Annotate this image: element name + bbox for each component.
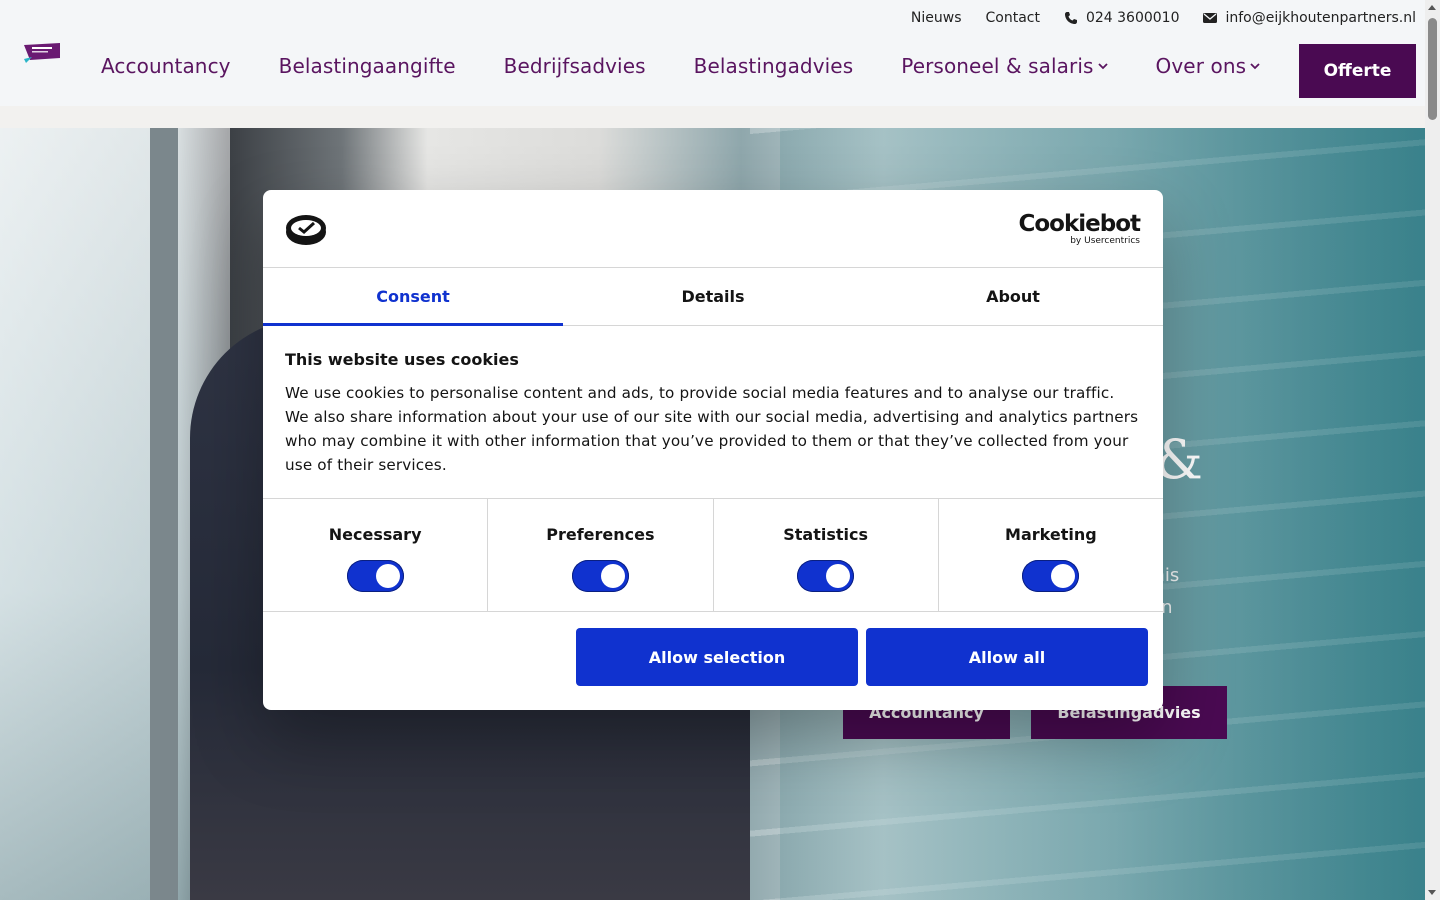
- nav-item-belastingaangifte[interactable]: Belastingaangifte: [279, 54, 456, 78]
- toggle-label-marketing: Marketing: [1005, 525, 1097, 544]
- nav-item-over-ons-label: Over ons: [1155, 54, 1247, 78]
- toggle-label-preferences: Preferences: [546, 525, 655, 544]
- nav-item-over-ons[interactable]: Over ons: [1156, 54, 1261, 78]
- tab-consent[interactable]: Consent: [263, 268, 563, 326]
- chevron-down-icon: [1250, 62, 1260, 69]
- dialog-header: Cookiebot by Usercentrics: [263, 190, 1163, 268]
- dialog-body: This website uses cookies We use cookies…: [263, 326, 1163, 499]
- envelope-icon: [1203, 13, 1218, 23]
- scroll-down-arrow-icon[interactable]: [1428, 890, 1436, 895]
- toggle-necessary[interactable]: [346, 560, 404, 592]
- hero-door-frame-image: [150, 128, 178, 900]
- toggle-marketing[interactable]: [1022, 560, 1080, 592]
- toggle-statistics[interactable]: [797, 560, 855, 592]
- chevron-down-icon: [1097, 62, 1108, 69]
- toggle-label-statistics: Statistics: [783, 525, 868, 544]
- brand-sub: by Usercentrics: [1070, 236, 1140, 246]
- phone-link[interactable]: 024 3600010: [1064, 10, 1180, 26]
- toggle-group-preferences: Preferences: [488, 499, 714, 611]
- dialog-tabs: Consent Details About: [263, 268, 1163, 326]
- toggle-knob: [826, 564, 851, 588]
- toggle-group-statistics: Statistics: [714, 499, 939, 611]
- site-header: Nieuws Contact 024 3600010 info@eijkhout…: [0, 0, 1425, 106]
- scroll-up-arrow-icon[interactable]: [1428, 5, 1436, 10]
- scrollbar-thumb[interactable]: [1428, 18, 1437, 120]
- contact-link[interactable]: Contact: [985, 10, 1039, 26]
- toggle-label-necessary: Necessary: [328, 525, 422, 544]
- email-link[interactable]: info@eijkhoutenpartners.nl: [1203, 10, 1416, 26]
- phone-number: 024 3600010: [1085, 10, 1180, 26]
- cookie-logo-icon: [285, 214, 327, 250]
- nieuws-link[interactable]: Nieuws: [911, 10, 962, 26]
- main-navigation: Accountancy Belastingaangifte Bedrijfsad…: [101, 54, 1308, 78]
- toggle-knob: [1051, 564, 1076, 588]
- cookie-consent-dialog: Cookiebot by Usercentrics Consent Detail…: [263, 190, 1163, 710]
- tab-about[interactable]: About: [863, 268, 1163, 325]
- tab-details[interactable]: Details: [563, 268, 863, 325]
- allow-all-button[interactable]: Allow all: [866, 628, 1148, 686]
- dialog-text: We use cookies to personalise content an…: [285, 384, 1139, 474]
- toggle-group-marketing: Marketing: [939, 499, 1163, 611]
- top-utility-bar: Nieuws Contact 024 3600010 info@eijkhout…: [887, 10, 1416, 26]
- page-scrollbar[interactable]: [1425, 0, 1440, 900]
- offerte-button[interactable]: Offerte: [1299, 44, 1416, 98]
- site-logo[interactable]: [24, 43, 60, 63]
- toggle-preferences[interactable]: [571, 560, 629, 592]
- nav-item-personeel-salaris-label: Personeel & salaris: [901, 54, 1094, 78]
- toggle-knob: [600, 564, 625, 588]
- toggle-knob: [375, 564, 400, 588]
- nav-item-belastingadvies[interactable]: Belastingadvies: [694, 54, 854, 78]
- cookiebot-brand[interactable]: Cookiebot by Usercentrics: [1018, 211, 1141, 246]
- allow-selection-button[interactable]: Allow selection: [576, 628, 858, 686]
- nav-item-bedrijfsadvies[interactable]: Bedrijfsadvies: [504, 54, 646, 78]
- email-address: info@eijkhoutenpartners.nl: [1225, 10, 1416, 26]
- consent-toggles: Necessary Preferences Statistics Marketi…: [263, 499, 1163, 612]
- brand-name: Cookiebot: [1018, 211, 1141, 237]
- nav-item-personeel-salaris[interactable]: Personeel & salaris: [901, 54, 1108, 78]
- dialog-actions: Allow selection Allow all: [568, 628, 1148, 686]
- phone-icon: [1064, 12, 1077, 24]
- dialog-title: This website uses cookies: [285, 350, 519, 369]
- toggle-group-necessary: Necessary: [263, 499, 489, 611]
- nav-item-accountancy[interactable]: Accountancy: [101, 54, 231, 78]
